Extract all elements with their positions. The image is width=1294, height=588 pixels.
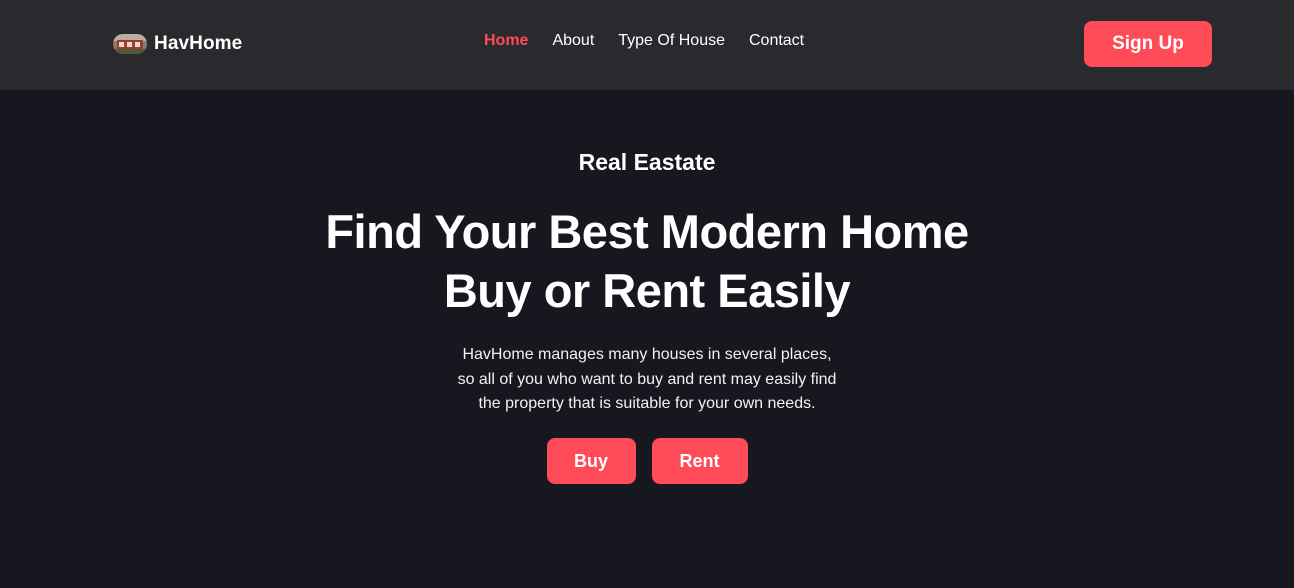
- hero-headline-line-2: Buy or Rent Easily: [443, 264, 851, 317]
- hero-description-line-3: the property that is suitable for your o…: [478, 395, 816, 412]
- hero-eyebrow: Real Eastate: [578, 149, 716, 175]
- hero-actions: Buy Rent: [0, 438, 1294, 484]
- hero-description: HavHome manages many houses in several p…: [0, 343, 1294, 417]
- nav-link-about[interactable]: About: [552, 32, 594, 49]
- rent-button[interactable]: Rent: [651, 438, 748, 484]
- sign-up-button[interactable]: Sign Up: [1084, 21, 1212, 67]
- nav-link-home[interactable]: Home: [484, 32, 528, 49]
- nav-link-type-of-house[interactable]: Type Of House: [618, 32, 725, 49]
- house-photo-logo-icon: [113, 34, 147, 54]
- nav-item-contact: Contact: [749, 32, 804, 50]
- nav-links: Home About Type Of House Contact: [484, 32, 804, 50]
- buy-button[interactable]: Buy: [546, 438, 636, 484]
- brand-link[interactable]: HavHome: [113, 31, 242, 57]
- hero-description-line-1: HavHome manages many houses in several p…: [462, 346, 832, 363]
- brand-name: HavHome: [154, 33, 243, 54]
- nav-item-about: About: [552, 32, 594, 50]
- nav-item-type-of-house: Type Of House: [618, 32, 725, 50]
- nav-link-contact[interactable]: Contact: [749, 32, 804, 49]
- hero-description-line-2: so all of you who want to buy and rent m…: [457, 370, 837, 388]
- navbar: HavHome Home About Type Of House Contact…: [0, 0, 1294, 90]
- hero-headline: Find Your Best Modern Home Buy or Rent E…: [0, 202, 1294, 320]
- hero-headline-line-1: Find Your Best Modern Home: [325, 205, 969, 258]
- nav-item-home: Home: [484, 32, 528, 50]
- hero-section: Real Eastate Find Your Best Modern Home …: [0, 90, 1294, 588]
